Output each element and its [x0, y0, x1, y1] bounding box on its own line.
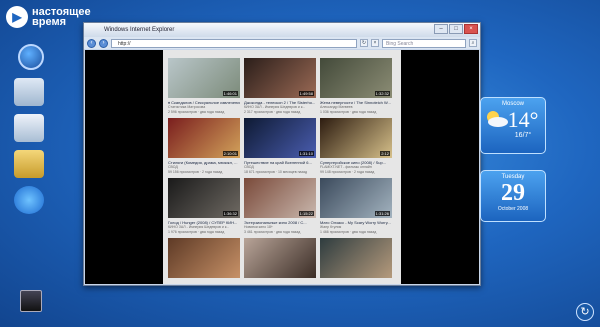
window-title: Windows Internet Explorer [104, 27, 175, 33]
start-orb-icon[interactable] [18, 44, 44, 70]
weather-range: 16/7° [514, 132, 532, 139]
video-card[interactable]: 1:46:01 ♦ Скандалов / Сексуальное извлече… [168, 58, 240, 115]
video-duration: 1:32:32 [374, 91, 390, 96]
video-card[interactable]: 1:36:32 Голод / Hunger (2008) / СУПЕР КИН… [168, 178, 240, 235]
video-duration: 2:10:01 [222, 151, 238, 156]
video-thumbnail[interactable]: 1:31:10 [244, 118, 316, 158]
video-thumbnail[interactable] [244, 238, 316, 278]
video-thumbnail[interactable]: 1:31:26 [320, 178, 392, 218]
internet-explorer-window: Windows Internet Explorer – □ × ‹ › http… [83, 22, 481, 286]
video-card[interactable] [320, 238, 392, 284]
video-title[interactable] [320, 280, 392, 284]
video-duration: 1:36:32 [222, 211, 238, 216]
video-views: 18 671 просмотров · 10 месяцев назад [244, 170, 307, 174]
video-title[interactable] [244, 280, 316, 284]
video-card[interactable]: 1:31:26 Мато Олзасс - My Scary Worry Worr… [320, 178, 392, 235]
video-views: 1 976 просмотров · два года назад [168, 230, 225, 234]
video-card[interactable]: 1:32:32 Жена неверности / The Sinnoteich … [320, 58, 392, 115]
video-duration: 1:15:22 [298, 211, 314, 216]
video-duration: 1:49:58 [298, 91, 314, 96]
close-button[interactable]: × [464, 24, 478, 34]
video-card[interactable] [244, 238, 316, 284]
minimize-button[interactable]: – [434, 24, 448, 34]
folder-icon[interactable] [14, 150, 44, 178]
video-views: 1 036 просмотров · два года назад [320, 110, 377, 114]
calendar-month-year: October 2008 [497, 206, 529, 212]
video-card[interactable]: 1:31:10 Путешествие на край Вселенной 6..… [244, 118, 316, 175]
video-page: 1:46:01 ♦ Скандалов / Сексуальное извлече… [163, 50, 401, 284]
brand-line2: время [32, 16, 67, 28]
weather-gadget[interactable]: Moscow 14° 16/7° [480, 97, 546, 154]
video-grid: 1:46:01 ♦ Скандалов / Сексуальное извлече… [163, 50, 401, 284]
recycle-bin-icon[interactable] [14, 78, 44, 106]
internet-explorer-icon[interactable] [14, 186, 44, 214]
maximize-button[interactable]: □ [449, 24, 463, 34]
back-button[interactable]: ‹ [87, 38, 96, 48]
cloud-sun-icon [487, 111, 508, 127]
video-views: 59 156 просмотров · 2 года назад [168, 170, 223, 174]
video-thumbnail[interactable]: 1:36:32 [168, 178, 240, 218]
browser-content: 1:46:01 ♦ Скандалов / Сексуальное извлече… [85, 50, 479, 284]
video-title[interactable]: Путешествие на край Вселенной 6... [244, 160, 316, 165]
video-thumbnail[interactable]: 1:49:58 [244, 58, 316, 98]
video-views: 2 596 просмотров · два года назад [168, 110, 225, 114]
window-titlebar: Windows Internet Explorer – □ × [84, 23, 480, 37]
video-thumbnail[interactable] [320, 238, 392, 278]
video-card[interactable]: 1:15:22 Эстерзиональные кино 2008 / С... Н… [244, 178, 316, 235]
video-duration: 1:31:26 [374, 211, 390, 216]
video-views: 99 148 просмотров · 2 года назад [320, 170, 375, 174]
video-views: 1 466 просмотров · два года назад [320, 230, 377, 234]
video-card[interactable]: 2:12 Супергеройское кино (2008) / Sup... F… [320, 118, 392, 175]
forward-button[interactable]: › [99, 38, 108, 48]
video-views: 3 461 просмотров · два года назад [244, 230, 301, 234]
video-card[interactable]: 2:10:01 Стиляги (Комедия, драма, мюзикл, … [168, 118, 240, 175]
browser-toolbar: ‹ › http:// ↻ × Bing Search ⌕ [84, 37, 480, 49]
video-thumbnail[interactable]: 1:46:01 [168, 58, 240, 98]
video-thumbnail[interactable]: 2:12 [320, 118, 392, 158]
calendar-day: 29 [501, 180, 525, 206]
video-duration: 1:31:10 [298, 151, 314, 156]
video-thumbnail[interactable] [168, 238, 240, 278]
refresh-icon[interactable]: ↻ [576, 303, 594, 321]
video-thumbnail[interactable]: 1:32:32 [320, 58, 392, 98]
address-bar[interactable]: http:// [111, 38, 357, 48]
trash-icon[interactable] [14, 114, 44, 142]
search-input[interactable]: Bing Search [382, 38, 466, 48]
play-icon: ▶ [6, 6, 28, 28]
video-duration: 2:12 [380, 151, 390, 156]
refresh-icon[interactable]: ↻ [360, 39, 368, 47]
stop-icon[interactable]: × [371, 39, 379, 47]
video-card[interactable] [168, 238, 240, 284]
search-icon[interactable]: ⌕ [469, 39, 477, 47]
video-thumbnail[interactable]: 2:10:01 [168, 118, 240, 158]
channel-logo: ▶ настоящее время [6, 6, 91, 28]
video-title[interactable]: Стиляги (Комедия, драма, мюзикл, ... [168, 160, 240, 165]
video-views: 2 317 просмотров · два года назад [244, 110, 301, 114]
calendar-gadget[interactable]: Tuesday 29 October 2008 [480, 170, 546, 222]
video-duration: 1:46:01 [222, 91, 238, 96]
media-player-icon[interactable] [20, 290, 42, 312]
video-card[interactable]: 1:49:58 Джоконда - телескоп 2 / The Siste… [244, 58, 316, 115]
video-title[interactable] [168, 280, 240, 284]
video-thumbnail[interactable]: 1:15:22 [244, 178, 316, 218]
